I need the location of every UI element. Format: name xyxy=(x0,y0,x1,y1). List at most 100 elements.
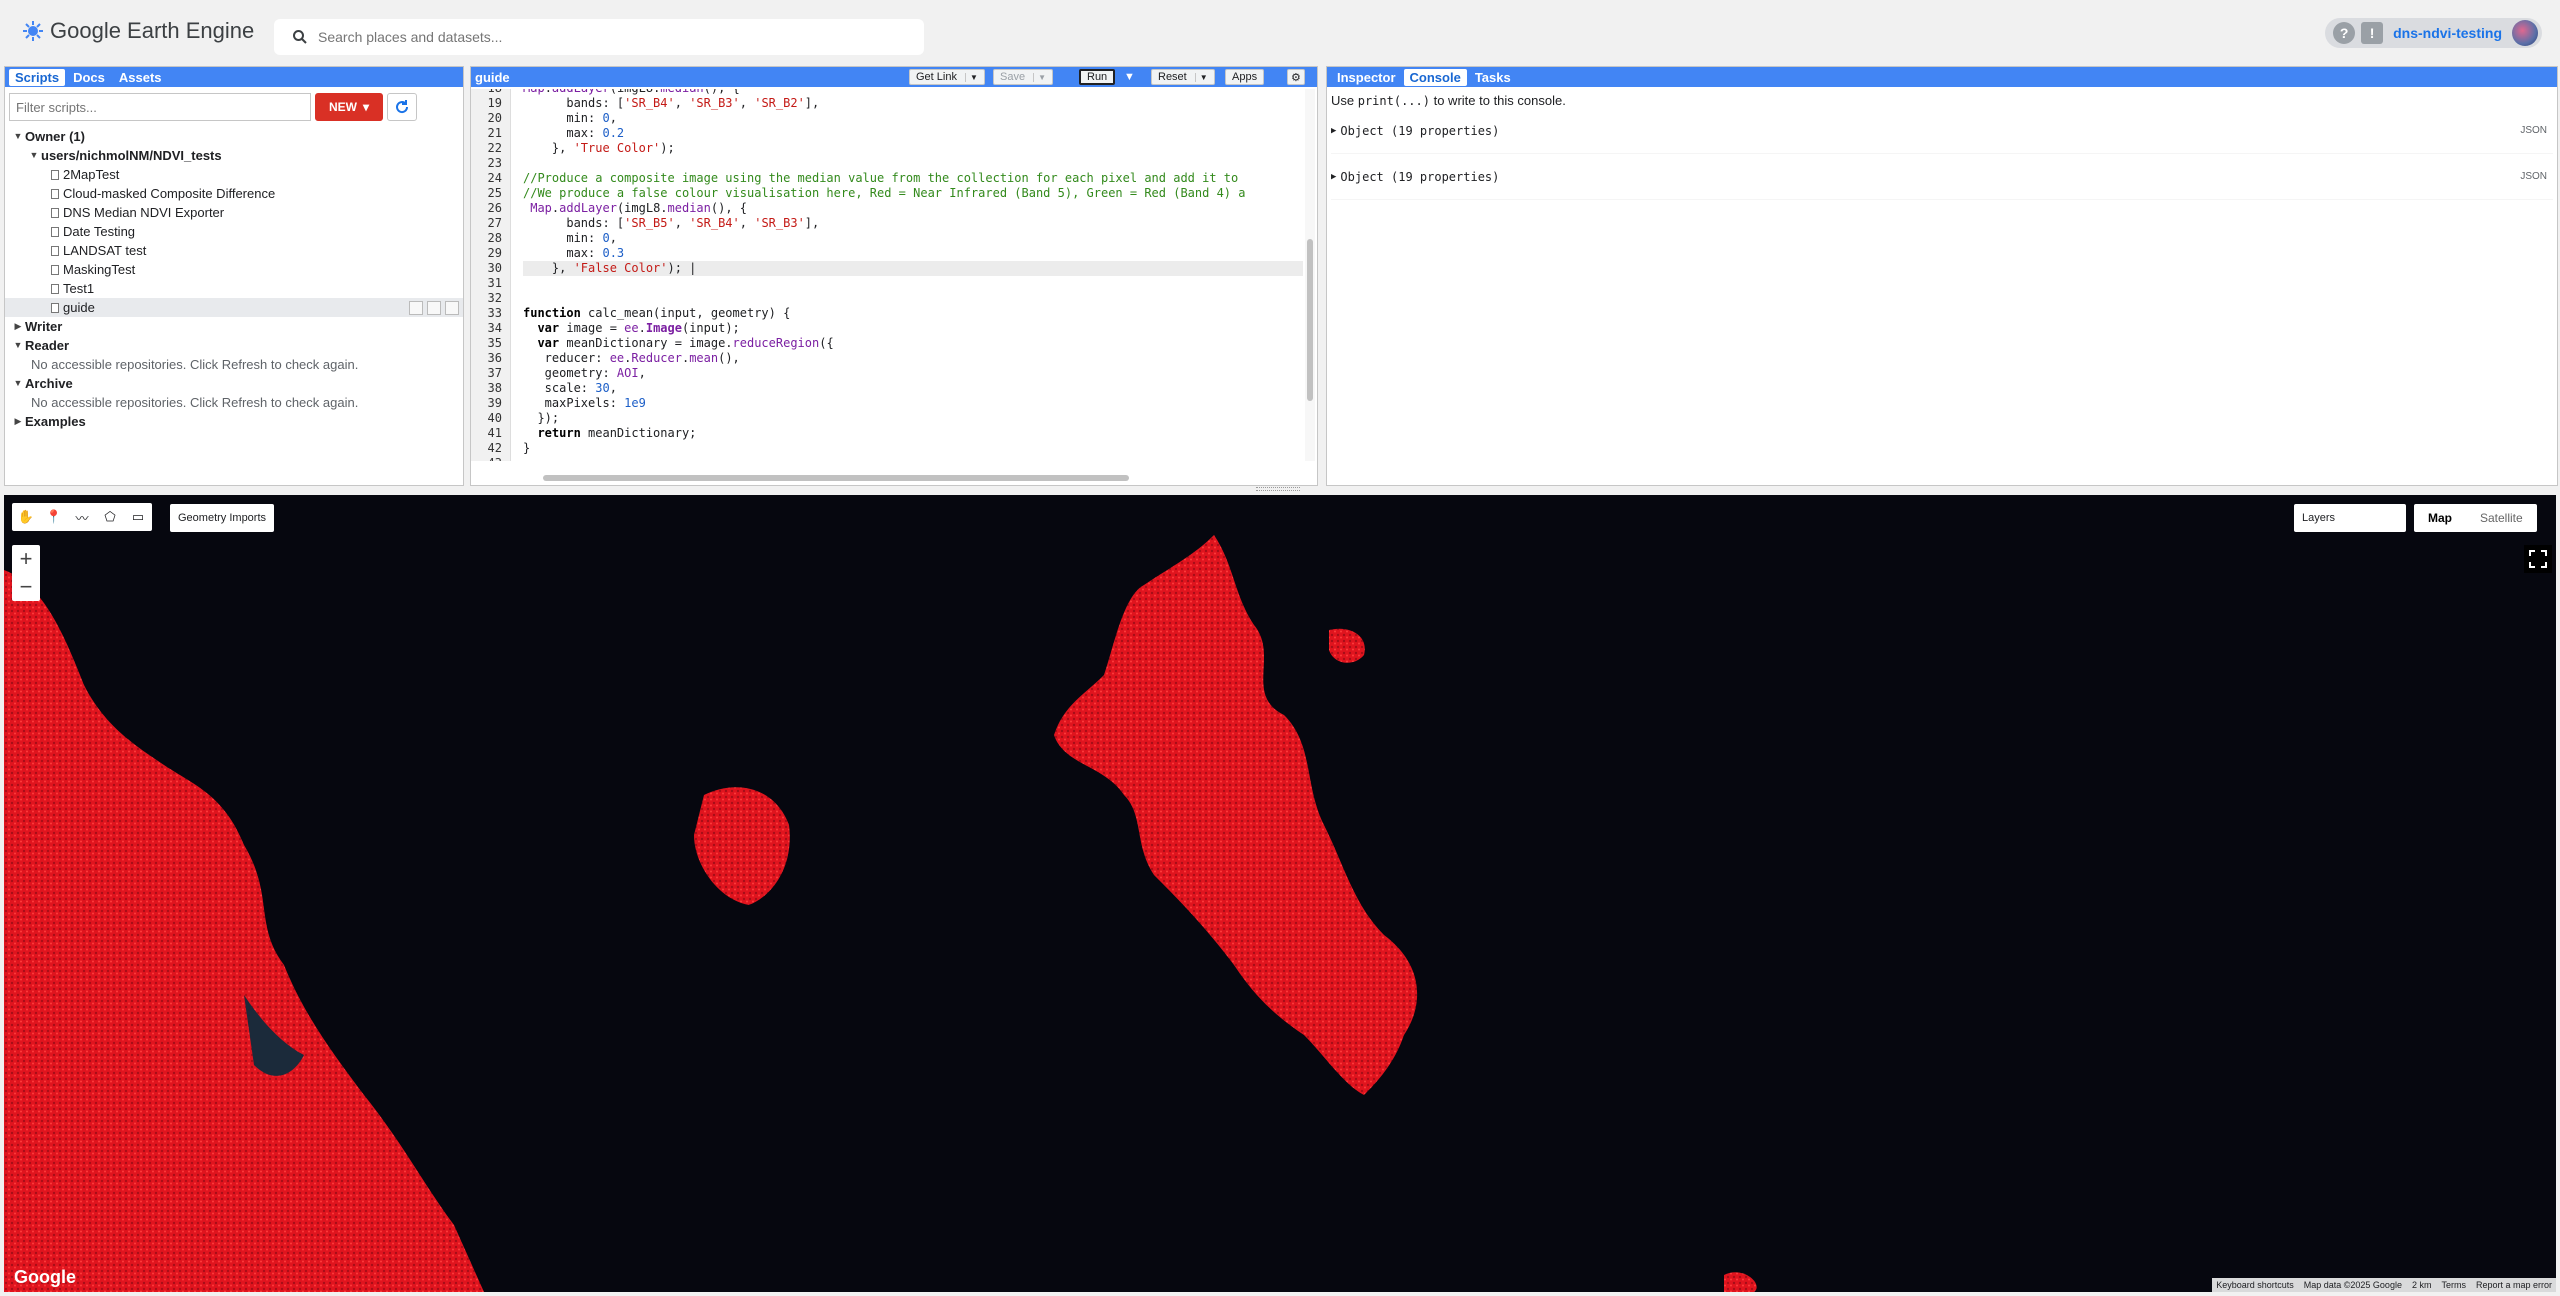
tab-assets[interactable]: Assets xyxy=(113,69,168,86)
save-button[interactable]: Save ▼ xyxy=(993,69,1053,85)
chevron-down-icon[interactable]: ▼ xyxy=(964,72,978,82)
code-area[interactable]: 18 19 20 21 22 23 24 25 26 27 28 29 30 3… xyxy=(471,89,1317,461)
scroll-thumb[interactable] xyxy=(1307,239,1313,401)
script-title: guide xyxy=(475,69,510,85)
line-number: 37 xyxy=(487,366,502,380)
get-link-button[interactable]: Get Link ▼ xyxy=(909,69,985,85)
scale-bar[interactable]: 2 km xyxy=(2412,1280,2432,1290)
code-line: maxPixels: 1e9 xyxy=(523,396,646,410)
panel-splitter[interactable] xyxy=(1256,487,1300,491)
code-line: //Produce a composite image using the me… xyxy=(523,171,1239,185)
caret-down-icon: ▼ xyxy=(13,340,23,350)
chevron-down-icon[interactable]: ▼ xyxy=(1194,72,1208,82)
file-item[interactable]: MaskingTest xyxy=(5,260,463,279)
layers-button[interactable]: Layers xyxy=(2294,504,2406,532)
code-line: Map.addLayer(imgL8.median(), { xyxy=(523,89,1303,96)
tree-owner[interactable]: ▼ Owner (1) xyxy=(5,127,463,146)
tree-archive[interactable]: ▼ Archive xyxy=(5,374,463,393)
fullscreen-icon[interactable] xyxy=(2524,545,2552,573)
file-label: DNS Median NDVI Exporter xyxy=(63,205,225,220)
tree-repo[interactable]: ▼ users/nichmolNM/NDVI_tests xyxy=(5,146,463,165)
map-type-satellite[interactable]: Satellite xyxy=(2466,504,2537,532)
report-error-link[interactable]: Report a map error xyxy=(2476,1280,2552,1290)
file-label: Cloud-masked Composite Difference xyxy=(63,186,276,201)
console-object[interactable]: ▶ Object (19 properties) JSON xyxy=(1331,154,2553,200)
chevron-down-icon[interactable]: ▼ xyxy=(1033,72,1046,82)
line-number: 34 xyxy=(487,321,502,335)
tree-writer[interactable]: ▶ Writer xyxy=(5,317,463,336)
file-item-selected[interactable]: guide xyxy=(5,298,463,317)
refresh-button[interactable] xyxy=(387,93,417,121)
console-object[interactable]: ▶ Object (19 properties) JSON xyxy=(1331,108,2553,154)
json-button[interactable]: JSON xyxy=(2520,125,2547,136)
code-line: return meanDictionary; xyxy=(537,426,697,440)
tab-docs[interactable]: Docs xyxy=(67,69,111,86)
add-marker-icon[interactable]: 📍 xyxy=(40,503,68,531)
scroll-thumb[interactable] xyxy=(543,475,1129,481)
zoom-out-button[interactable]: − xyxy=(12,573,40,601)
tab-inspector[interactable]: Inspector xyxy=(1331,69,1402,86)
rename-icon[interactable] xyxy=(427,300,441,315)
apps-button[interactable]: Apps xyxy=(1225,69,1265,85)
get-link-label: Get Link xyxy=(916,71,957,83)
search-box[interactable] xyxy=(274,19,924,55)
tree-writer-label: Writer xyxy=(25,319,63,334)
draw-shape-icon[interactable]: ⬠ xyxy=(96,503,124,531)
app-logo[interactable]: Google Earth Engine xyxy=(22,18,254,44)
file-item[interactable]: 2MapTest xyxy=(5,165,463,184)
caret-down-icon: ▼ xyxy=(13,131,23,141)
vertical-scrollbar[interactable] xyxy=(1305,89,1315,461)
search-input[interactable] xyxy=(318,29,924,45)
console-panel: Inspector Console Tasks Use print(...) t… xyxy=(1326,66,2558,486)
file-item[interactable]: Cloud-masked Composite Difference xyxy=(5,184,463,203)
code-line: }, 'True Color'); xyxy=(523,141,675,155)
file-item[interactable]: LANDSAT test xyxy=(5,241,463,260)
run-button[interactable]: Run xyxy=(1079,69,1116,85)
object-label: Object (19 properties) xyxy=(1340,123,1500,138)
tab-scripts[interactable]: Scripts xyxy=(9,68,66,86)
filter-row: NEW ▾ xyxy=(5,87,463,127)
draw-rectangle-icon[interactable]: ▭ xyxy=(124,503,152,531)
save-label: Save xyxy=(1000,71,1026,83)
map-canvas[interactable]: ✋ 📍 〰 ⬠ ▭ Geometry Imports + − Layers Ma… xyxy=(4,495,2556,1292)
new-button[interactable]: NEW ▾ xyxy=(315,93,383,121)
map-data-text: Map data ©2025 Google xyxy=(2303,1280,2402,1290)
line-number: 28 xyxy=(487,231,502,245)
code-lines[interactable]: Map.addLayer(imgL8.median(), { bands: ['… xyxy=(523,89,1303,461)
archive-message: No accessible repositories. Click Refres… xyxy=(31,395,359,410)
filter-scripts-input[interactable] xyxy=(9,93,311,121)
delete-icon[interactable] xyxy=(445,300,459,315)
chevron-down-icon: ▾ xyxy=(362,100,370,114)
file-item[interactable]: DNS Median NDVI Exporter xyxy=(5,203,463,222)
pan-hand-icon[interactable]: ✋ xyxy=(12,503,40,531)
zoom-in-button[interactable]: + xyxy=(12,545,40,573)
tab-tasks[interactable]: Tasks xyxy=(1469,69,1517,86)
tab-console[interactable]: Console xyxy=(1403,68,1467,86)
tree-reader[interactable]: ▼ Reader xyxy=(5,336,463,355)
horizontal-scrollbar[interactable] xyxy=(531,473,1311,483)
draw-line-icon[interactable]: 〰 xyxy=(68,503,96,531)
caret-right-icon[interactable]: ▶ xyxy=(1331,172,1336,182)
tree-examples[interactable]: ▶ Examples xyxy=(5,412,463,431)
reset-button[interactable]: Reset ▼ xyxy=(1151,69,1215,85)
history-icon[interactable] xyxy=(409,300,423,315)
logo-text: Google Earth Engine xyxy=(50,18,255,43)
file-item[interactable]: Date Testing xyxy=(5,222,463,241)
tree-reader-label: Reader xyxy=(25,338,70,353)
map-type-map[interactable]: Map xyxy=(2414,504,2466,532)
line-number: 18 xyxy=(471,89,510,96)
line-number: 25 xyxy=(487,186,502,200)
avatar[interactable] xyxy=(2512,20,2538,46)
run-dropdown-icon[interactable]: ▼ xyxy=(1121,69,1138,85)
file-item[interactable]: Test1 xyxy=(5,279,463,298)
terms-link[interactable]: Terms xyxy=(2441,1280,2466,1290)
settings-gear-icon[interactable]: ⚙ xyxy=(1287,69,1305,85)
json-button[interactable]: JSON xyxy=(2520,171,2547,182)
project-selector[interactable]: dns-ndvi-testing xyxy=(2393,25,2502,41)
geometry-imports-button[interactable]: Geometry Imports xyxy=(170,504,275,532)
help-icon[interactable]: ? xyxy=(2333,22,2356,44)
caret-right-icon[interactable]: ▶ xyxy=(1331,126,1336,136)
feedback-icon[interactable]: ! xyxy=(2361,22,2384,44)
keyboard-shortcuts-link[interactable]: Keyboard shortcuts xyxy=(2216,1280,2294,1290)
